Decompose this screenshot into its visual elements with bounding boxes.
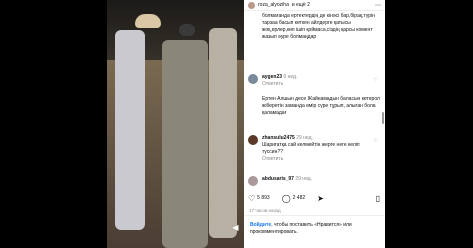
action-bar: ♡ 5 893 ◯ 2 482 ➤ ▯ [248,193,382,203]
avatar[interactable] [248,74,258,84]
comments-panel: roza_alyoziha и ещё 2 ⋯ болмағанда ертек… [244,0,385,248]
header-username[interactable]: roza_alyoziha [258,2,289,8]
comment-username[interactable]: aygen23 [262,74,282,80]
bookmark-icon[interactable]: ▯ [376,194,382,203]
comment-text: Шаригатқа сай келмейтін жерге неге келіп… [262,142,360,155]
login-prompt: Войдите, чтобы поставить «Нравится» или … [244,215,385,236]
mute-icon[interactable]: ◀ [231,223,240,232]
comment-username[interactable]: zhansulu2475 [262,135,295,141]
share-icon[interactable]: ➤ [317,194,326,203]
list-item: aygen23 6 нед. Ответить ♡ [248,74,380,88]
video-hat [135,14,161,28]
video-speaker [162,40,208,248]
comment-time: 29 нед. [295,176,313,182]
video-person-right [209,28,237,238]
comment-username[interactable]: abdusaris_97 [262,176,294,182]
list-item: болмағанда ертектердің де кінәсі бар,бір… [248,13,380,41]
likes-count: 5 893 [257,195,270,201]
timestamp: 17 часов назад [249,208,281,213]
reply-button[interactable]: Ответить [262,156,380,163]
comment-action[interactable]: ◯ 2 482 [282,194,311,203]
video-person-left [115,30,145,230]
heart-icon[interactable]: ♡ [374,77,378,84]
heart-icon[interactable]: ♡ [248,194,255,203]
more-icon[interactable]: ⋯ [375,2,381,9]
list-item: zhansulu2475 29 нед. Шаригатқа сай келме… [248,135,380,163]
avatar[interactable] [248,1,255,9]
comment-text: болмағанда ертектердің де кінәсі бар,бір… [262,13,375,40]
list-item: Ертен Алшын десе Жайнамадын баласын кете… [248,96,380,117]
like-action[interactable]: ♡ 5 893 [248,194,276,203]
comment-text: Ертен Алшын десе Жайнамадын баласын кете… [262,96,380,116]
scrollbar[interactable] [382,112,384,124]
avatar[interactable] [248,135,258,145]
list-item: abdusaris_97 29 нед. [248,176,380,186]
video-player[interactable]: ◀ [107,0,244,248]
login-link[interactable]: Войдите [250,222,271,228]
post-header: roza_alyoziha и ещё 2 ⋯ [244,0,385,11]
comment-icon[interactable]: ◯ [282,194,291,203]
reply-button[interactable]: Ответить [262,81,380,88]
heart-icon[interactable]: ♡ [374,138,378,145]
video-speaker-hat [179,24,195,36]
comments-count: 2 482 [292,195,306,201]
comment-time: 6 нед. [283,74,298,80]
comment-time: 29 нед. [296,135,313,141]
avatar[interactable] [248,176,258,186]
header-collab[interactable]: и ещё 2 [292,2,310,8]
